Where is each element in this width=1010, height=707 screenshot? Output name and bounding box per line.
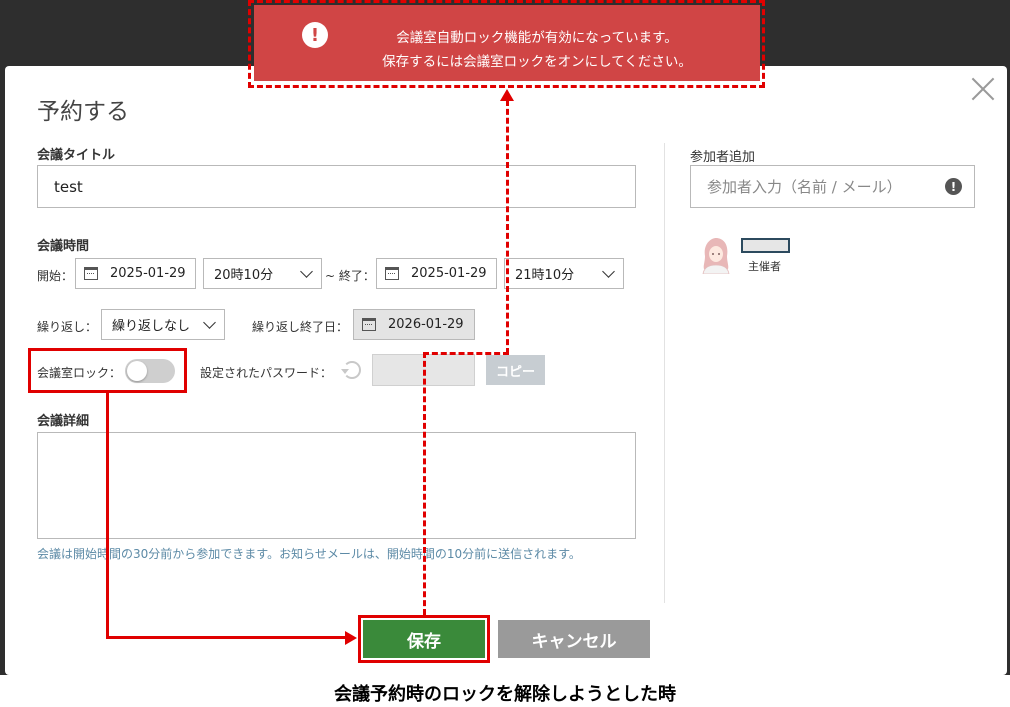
participants-placeholder: 参加者入力（名前 / メール） bbox=[707, 178, 902, 196]
participants-label: 参加者追加 bbox=[690, 150, 756, 165]
repeat-end-label: 繰り返し終了日： bbox=[252, 320, 349, 334]
chevron-down-icon bbox=[602, 264, 615, 278]
cancel-button[interactable]: キャンセル bbox=[498, 620, 650, 658]
column-divider bbox=[664, 143, 665, 603]
calendar-icon bbox=[362, 318, 376, 331]
start-label: 開始： bbox=[37, 269, 74, 283]
annotation-dashed-line bbox=[423, 352, 509, 355]
annotation-dashed-line bbox=[506, 100, 509, 354]
details-label: 会議詳細 bbox=[37, 414, 90, 429]
repeat-label: 繰り返し： bbox=[37, 320, 98, 334]
repeat-value: 繰り返しなし bbox=[112, 319, 191, 334]
end-time-value: 21時10分 bbox=[515, 268, 575, 283]
repeat-end-date-picker[interactable]: 2026-01-29 bbox=[353, 309, 475, 340]
avatar bbox=[702, 238, 730, 274]
organizer-role: 主催者 bbox=[748, 260, 781, 273]
meeting-time-label: 会議時間 bbox=[37, 239, 90, 254]
start-time-value: 20時10分 bbox=[214, 268, 274, 283]
alert-icon: ! bbox=[945, 178, 962, 195]
start-time-select[interactable]: 20時10分 bbox=[203, 258, 322, 289]
details-textarea[interactable] bbox=[37, 432, 636, 539]
end-label: ~ 終了： bbox=[325, 269, 375, 283]
arrow-up-icon bbox=[500, 89, 514, 101]
meeting-title-label: 会議タイトル bbox=[37, 148, 116, 163]
chevron-down-icon bbox=[300, 264, 313, 278]
annotation-line bbox=[106, 636, 346, 639]
annotation-line bbox=[106, 393, 109, 638]
copy-button[interactable]: コピー bbox=[486, 355, 545, 385]
toast-highlight bbox=[248, 0, 765, 88]
meeting-title-input[interactable] bbox=[37, 165, 636, 208]
participants-input[interactable]: 参加者入力（名前 / メール） ! bbox=[690, 165, 975, 208]
repeat-select[interactable]: 繰り返しなし bbox=[101, 309, 225, 340]
end-time-select[interactable]: 21時10分 bbox=[504, 258, 624, 289]
password-label: 設定されたパスワード： bbox=[200, 366, 333, 380]
start-date-picker[interactable]: 2025-01-29 bbox=[75, 258, 196, 289]
modal-title: 予約する bbox=[37, 99, 129, 125]
end-date-value: 2025-01-29 bbox=[411, 266, 487, 281]
chevron-down-icon bbox=[203, 315, 216, 329]
save-button-highlight bbox=[358, 615, 490, 663]
organizer-name bbox=[741, 238, 790, 253]
arrow-right-icon bbox=[345, 631, 357, 645]
refresh-icon[interactable] bbox=[341, 361, 361, 379]
figure-caption: 会議予約時のロックを解除しようとした時 bbox=[334, 684, 676, 705]
end-date-picker[interactable]: 2025-01-29 bbox=[376, 258, 497, 289]
close-icon[interactable] bbox=[970, 76, 996, 102]
calendar-icon bbox=[84, 267, 98, 280]
annotation-dashed-line bbox=[423, 352, 426, 615]
start-date-value: 2025-01-29 bbox=[110, 266, 186, 281]
calendar-icon bbox=[385, 267, 399, 280]
room-lock-highlight bbox=[28, 348, 187, 393]
repeat-end-date-value: 2026-01-29 bbox=[388, 317, 464, 332]
join-note: 会議は開始時間の30分前から参加できます。お知らせメールは、開始時間の10分前に… bbox=[37, 547, 581, 561]
